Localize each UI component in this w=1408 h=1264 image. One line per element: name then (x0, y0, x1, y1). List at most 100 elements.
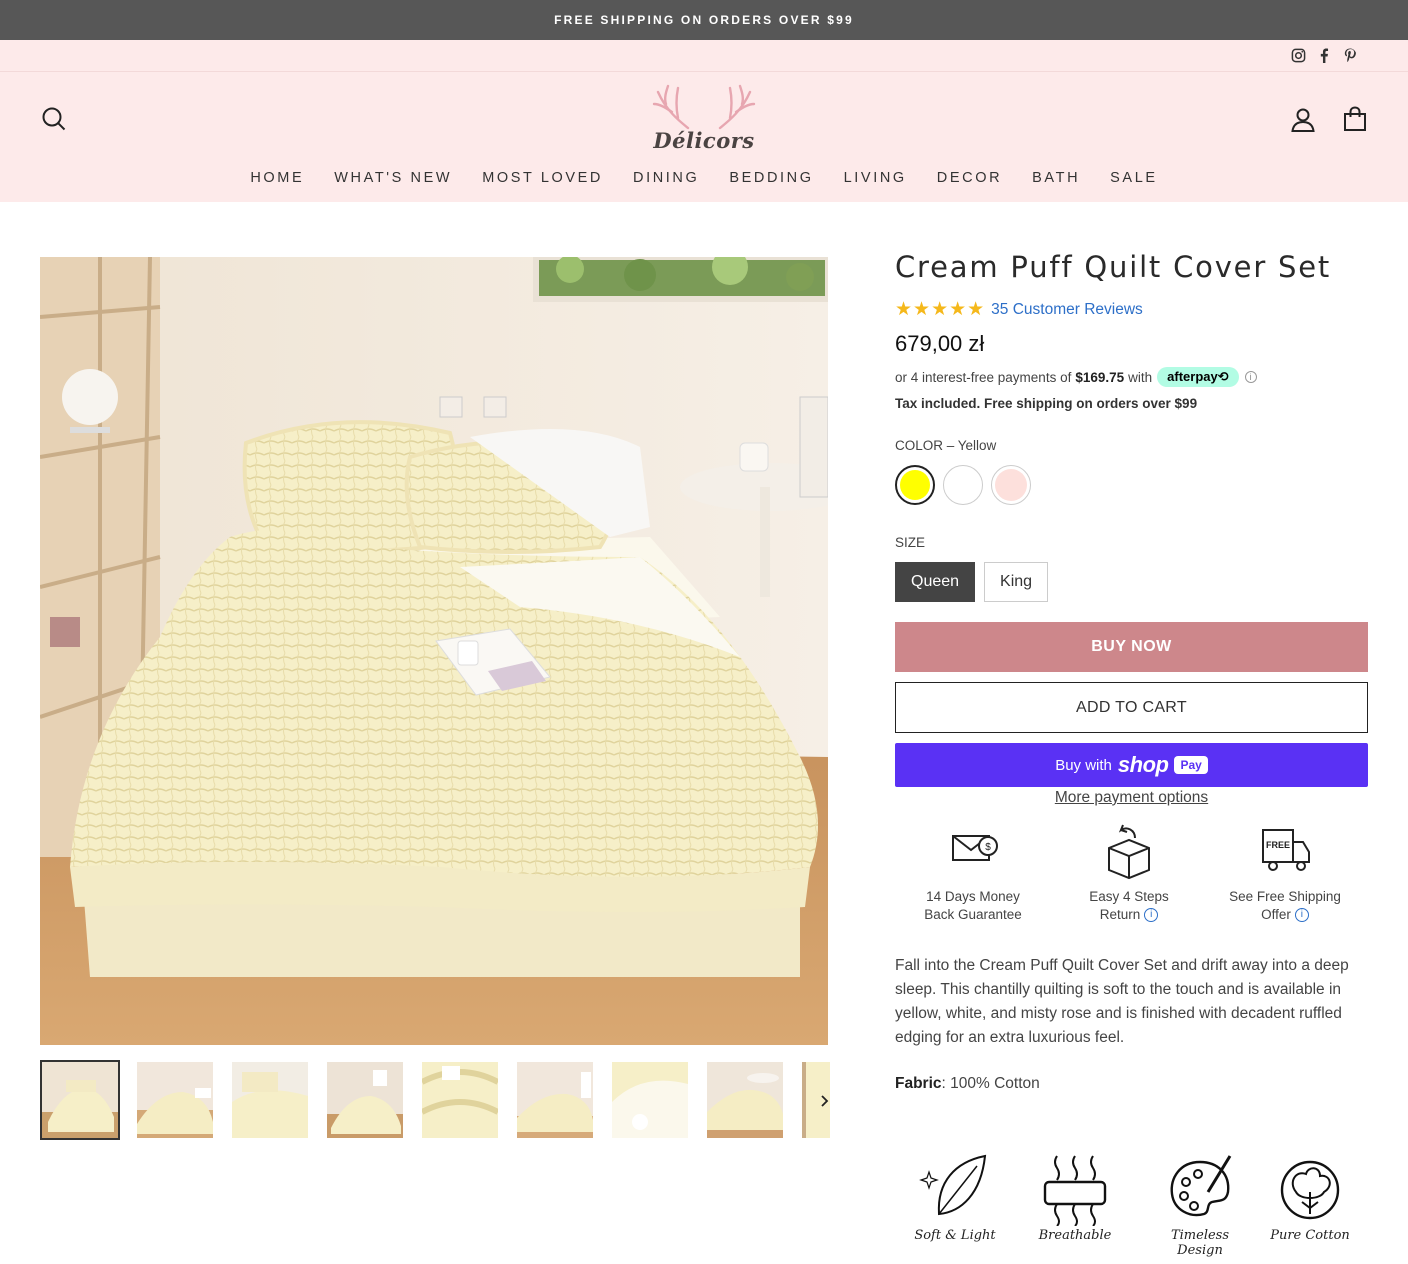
thumbnail-8[interactable] (707, 1062, 783, 1138)
info-icon[interactable]: i (1244, 371, 1257, 383)
benefit-return-line1: Easy 4 Steps (1089, 889, 1169, 904)
nav-bath[interactable]: BATH (1017, 170, 1095, 186)
thumbnail-4[interactable] (327, 1062, 403, 1138)
swatch-yellow[interactable] (895, 465, 935, 505)
afterpay-badge[interactable]: afterpay⟲ (1157, 367, 1239, 387)
size-king-button[interactable]: King (984, 562, 1049, 602)
benefit-return-line2: Return (1099, 907, 1141, 922)
product-price: 679,00 zł (895, 331, 985, 356)
chevron-right-icon[interactable] (818, 1092, 832, 1110)
feature-breathable: Breathable (1025, 1152, 1125, 1243)
benefit-return-line2-row: Return i (1059, 906, 1199, 924)
site-logo[interactable]: Délicors (648, 82, 760, 158)
fabric-info: Fabric: 100% Cotton (895, 1075, 1040, 1093)
feature-label: Soft & Light (914, 1228, 996, 1243)
thumbnail-1[interactable] (40, 1060, 120, 1140)
social-bar (0, 40, 1408, 72)
announcement-text: FREE SHIPPING ON ORDERS OVER $99 (554, 13, 854, 27)
thumbnail-strip (40, 1060, 830, 1140)
afterpay-amount: $169.75 (1075, 369, 1125, 385)
nav-sale[interactable]: SALE (1095, 170, 1172, 186)
swatch-misty-rose[interactable] (991, 465, 1031, 505)
benefits-row: $ 14 Days Money Back Guarantee Easy 4 St… (895, 822, 1368, 924)
svg-text:$: $ (985, 842, 991, 853)
social-links (1290, 46, 1358, 64)
breathable-fabric-icon (1043, 1155, 1107, 1226)
reviews-link[interactable]: 35 Customer Reviews (991, 301, 1143, 319)
paint-palette-icon (1170, 1155, 1232, 1217)
instagram-icon[interactable] (1290, 46, 1306, 64)
nav-whats-new[interactable]: WHAT'S NEW (319, 170, 467, 186)
info-icon[interactable]: i (1294, 908, 1309, 923)
benefit-return[interactable]: Easy 4 Steps Return i (1059, 822, 1199, 924)
nav-bedding[interactable]: BEDDING (714, 170, 828, 186)
tax-note: Tax included. Free shipping on orders ov… (895, 396, 1198, 411)
feature-label: Breathable (1038, 1228, 1112, 1243)
benefit-money-back-line2: Back Guarantee (924, 907, 1022, 922)
nav-dining[interactable]: DINING (618, 170, 714, 186)
size-queen-button[interactable]: Queen (895, 562, 976, 602)
free-tag: FREE (1266, 840, 1290, 850)
feature-pure-cotton: Pure Cotton (1260, 1152, 1360, 1243)
afterpay-message: or 4 interest-free payments of $169.75 w… (895, 367, 1368, 387)
shop-pay-prefix: Buy with (1055, 756, 1112, 774)
nav-most-loved[interactable]: MOST LOVED (467, 170, 618, 186)
thumbnail-5[interactable] (422, 1062, 498, 1138)
swatch-white[interactable] (943, 465, 983, 505)
color-label: COLOR – Yellow (895, 438, 997, 453)
account-icon[interactable] (1290, 106, 1316, 132)
feature-label: Timeless Design (1170, 1228, 1230, 1258)
feature-soft-light: Soft & Light (905, 1152, 1005, 1243)
thumbnail-7[interactable] (612, 1062, 688, 1138)
cotton-flower-icon (1280, 1160, 1340, 1220)
feather-icon (919, 1154, 987, 1216)
main-nav: HOME WHAT'S NEW MOST LOVED DINING BEDDIN… (0, 170, 1408, 186)
feature-timeless-design: Timeless Design (1150, 1152, 1250, 1258)
thumbnail-3[interactable] (232, 1062, 308, 1138)
product-main-image[interactable] (40, 257, 828, 1045)
buy-now-button[interactable]: BUY NOW (895, 622, 1368, 672)
nav-living[interactable]: LIVING (829, 170, 922, 186)
info-icon[interactable]: i (1144, 908, 1159, 923)
product-rating[interactable]: ★★★★★ 35 Customer Reviews (895, 298, 1368, 321)
size-options: Queen King (895, 562, 1368, 602)
thumbnail-2[interactable] (137, 1062, 213, 1138)
more-payment-options-link[interactable]: More payment options (895, 789, 1368, 807)
logo-text: Délicors (653, 128, 755, 153)
free-shipping-truck-icon: FREE (1262, 829, 1310, 871)
benefit-free-shipping[interactable]: FREE See Free Shipping Offer i (1215, 822, 1355, 924)
fabric-label: Fabric (895, 1075, 942, 1092)
benefit-money-back-line1: 14 Days Money (926, 889, 1020, 904)
pinterest-icon[interactable] (1342, 46, 1358, 64)
thumbnail-6[interactable] (517, 1062, 593, 1138)
site-header: Délicors HOME WHAT'S NEW MOST LOVED DINI… (0, 72, 1408, 202)
pay-pill: Pay (1174, 756, 1208, 774)
announcement-bar: FREE SHIPPING ON ORDERS OVER $99 (0, 0, 1408, 40)
benefit-free-shipping-line2-row: Offer i (1215, 906, 1355, 924)
star-rating-icon: ★★★★★ (895, 299, 986, 320)
antler-logo-icon (652, 84, 756, 130)
shop-logo: shop (1117, 752, 1169, 777)
afterpay-suffix: with (1128, 369, 1153, 385)
return-box-icon (1108, 824, 1150, 880)
product-info: Cream Puff Quilt Cover Set ★★★★★ 35 Cust… (895, 250, 1368, 807)
nav-decor[interactable]: DECOR (922, 170, 1017, 186)
facebook-icon[interactable] (1316, 46, 1332, 64)
benefit-free-shipping-line1: See Free Shipping (1229, 889, 1341, 904)
fabric-value: : 100% Cotton (941, 1075, 1040, 1092)
search-icon[interactable] (41, 106, 67, 132)
afterpay-prefix: or 4 interest-free payments of (895, 369, 1072, 385)
feature-label: Pure Cotton (1270, 1228, 1350, 1243)
size-label: SIZE (895, 535, 926, 550)
nav-home[interactable]: HOME (235, 170, 319, 186)
product-title: Cream Puff Quilt Cover Set (895, 250, 1332, 284)
benefit-free-shipping-line2: Offer (1261, 907, 1291, 922)
shop-pay-button[interactable]: Buy with shop Pay (895, 743, 1368, 787)
product-description: Fall into the Cream Puff Quilt Cover Set… (895, 957, 1349, 1046)
color-swatches (895, 465, 1368, 505)
add-to-cart-button[interactable]: ADD TO CART (895, 682, 1368, 733)
benefit-money-back: $ 14 Days Money Back Guarantee (903, 822, 1043, 924)
envelope-money-icon: $ (952, 835, 998, 861)
cart-icon[interactable] (1342, 106, 1368, 132)
feature-icons: Soft & Light Breathable Timeless Design … (905, 1152, 1365, 1258)
